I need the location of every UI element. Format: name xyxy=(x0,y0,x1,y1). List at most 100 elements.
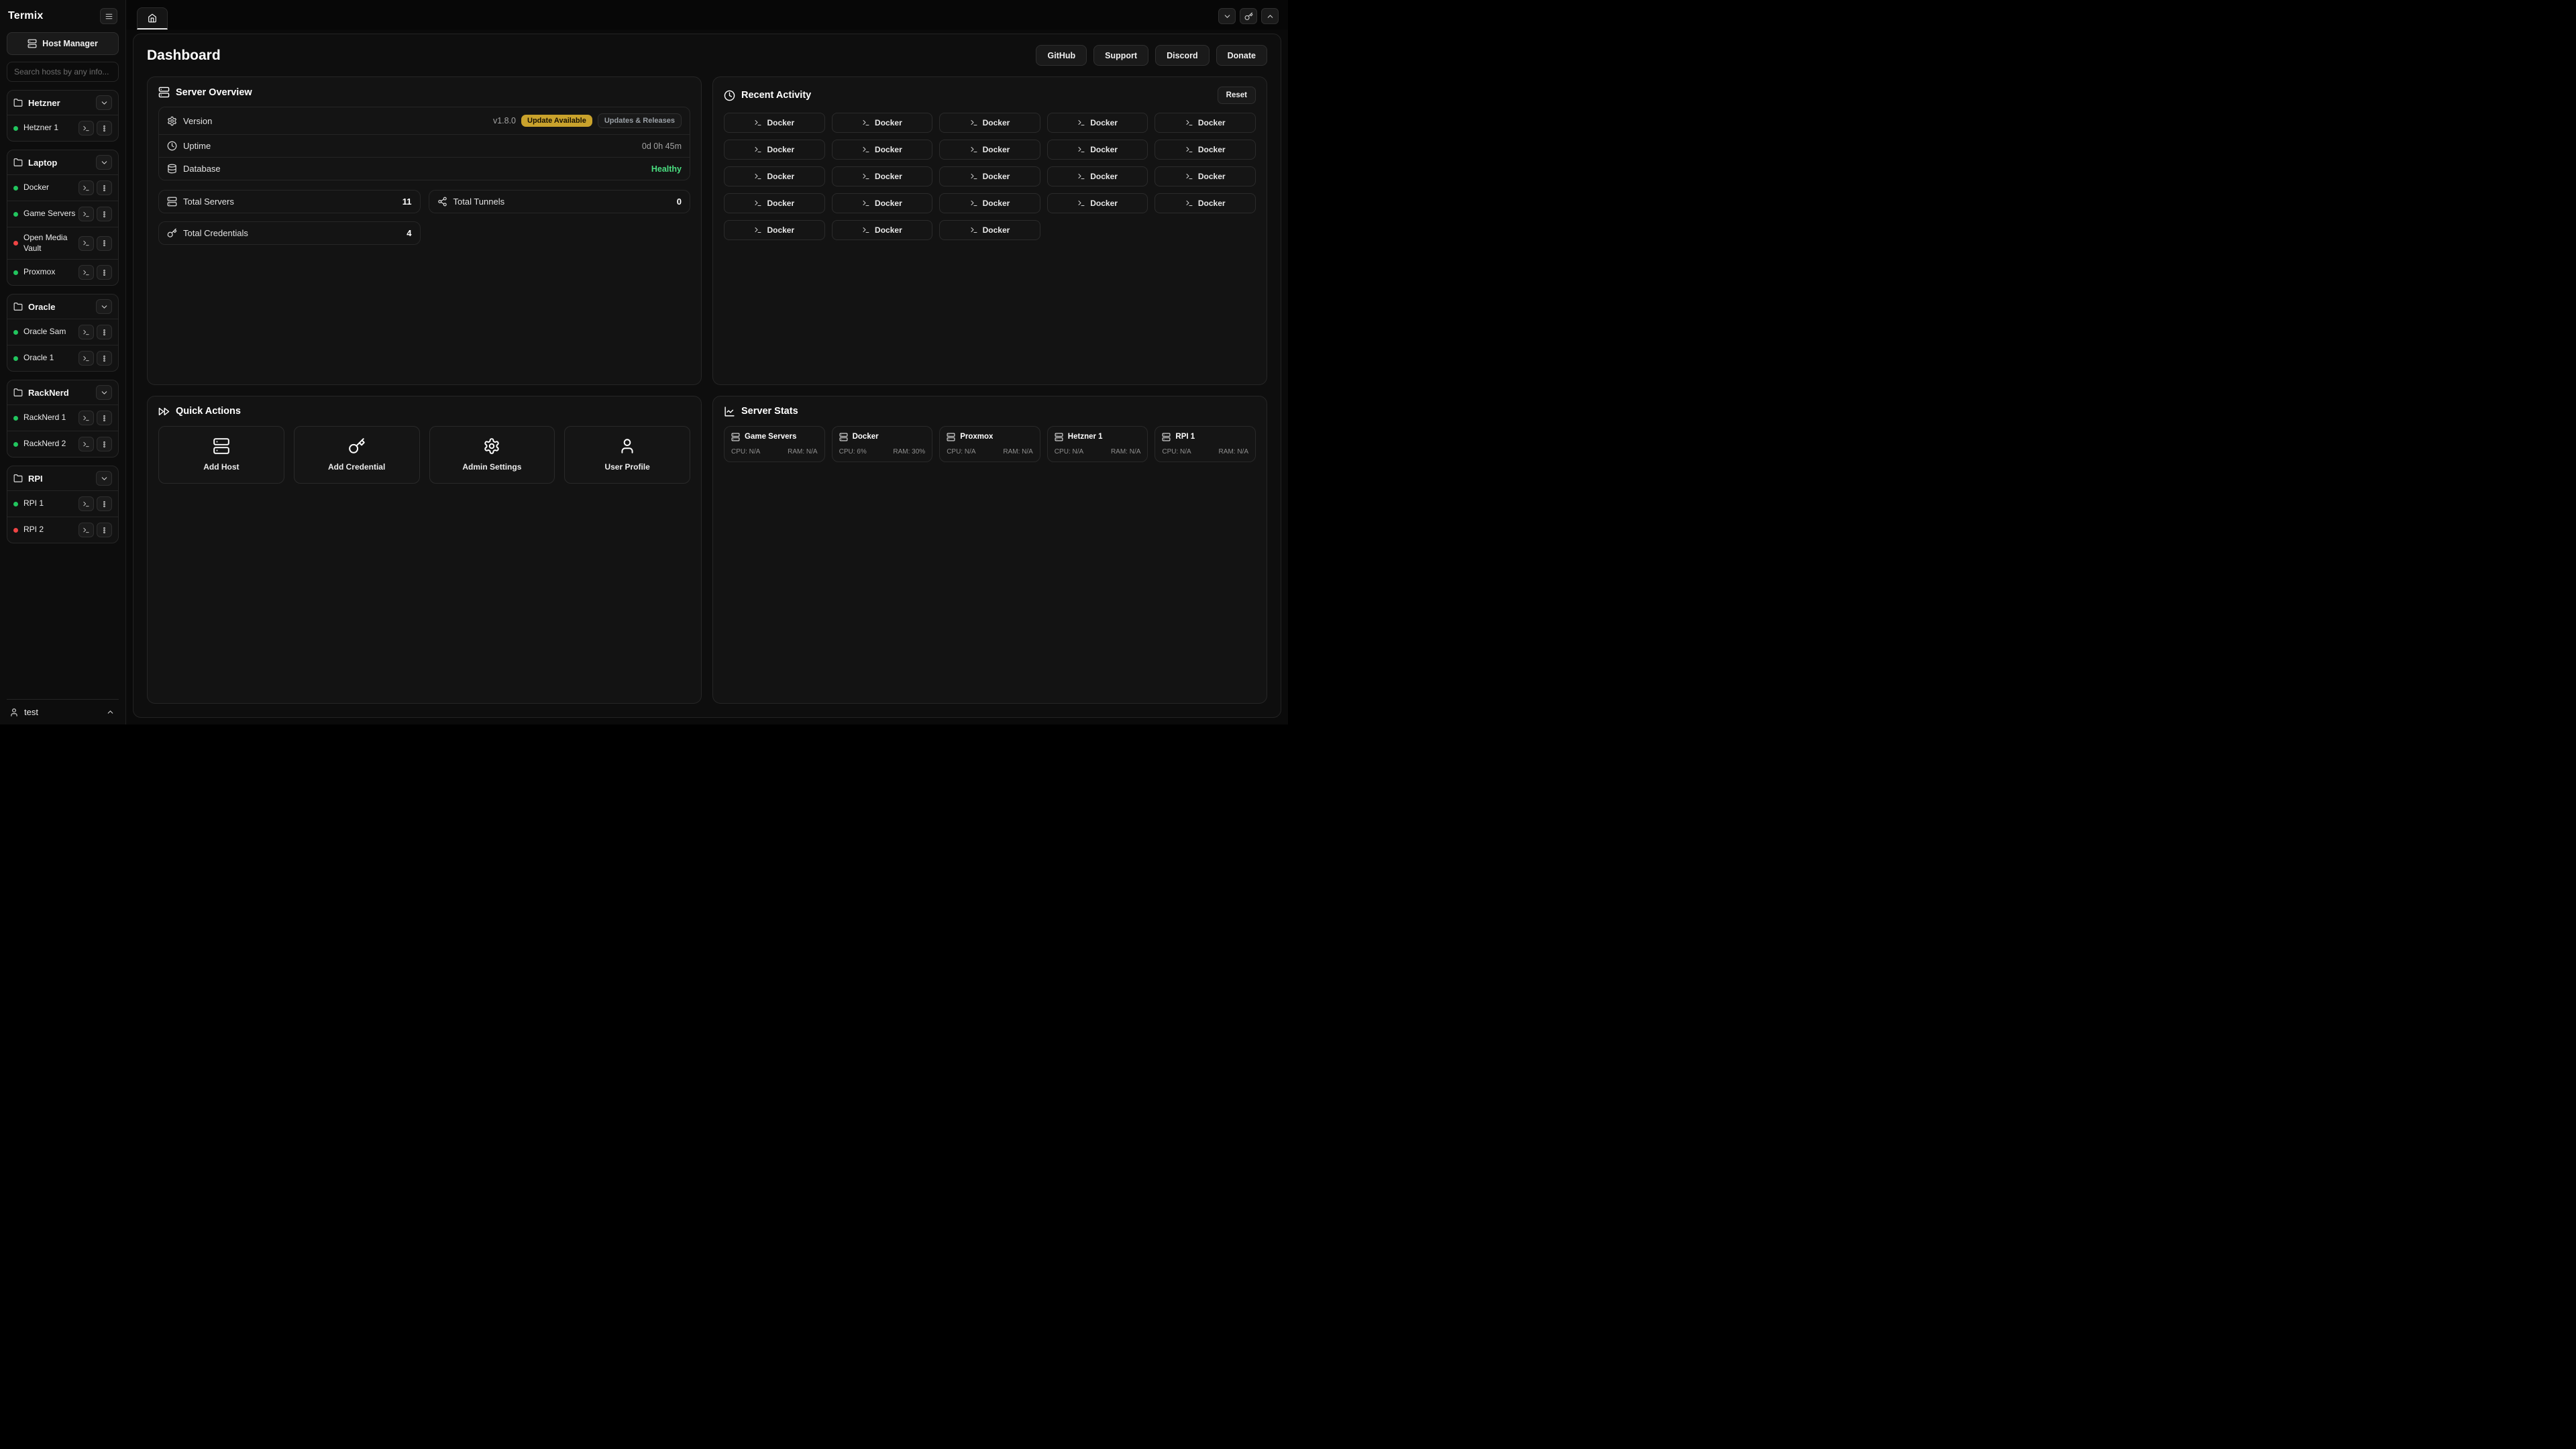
host-row[interactable]: Oracle 1 xyxy=(7,345,118,371)
panel-down-button[interactable] xyxy=(1218,8,1236,24)
add-credential-tile[interactable]: Add Credential xyxy=(294,426,420,484)
group-collapse-button[interactable] xyxy=(96,299,112,314)
activity-item-button[interactable]: Docker xyxy=(832,140,933,160)
activity-item-button[interactable]: Docker xyxy=(1047,166,1148,186)
host-row[interactable]: RPI 1 xyxy=(7,490,118,517)
database-label: Database xyxy=(183,164,221,174)
open-terminal-button[interactable] xyxy=(78,180,94,195)
app-root: Termix Host Manager HetznerHetzner 1Lapt… xyxy=(0,0,1288,724)
open-terminal-button[interactable] xyxy=(78,265,94,280)
ssh-key-button[interactable] xyxy=(1240,8,1257,24)
activity-item-button[interactable]: Docker xyxy=(832,193,933,213)
terminal-icon xyxy=(862,146,870,154)
host-menu-button[interactable] xyxy=(97,236,112,251)
open-terminal-button[interactable] xyxy=(78,523,94,537)
server-name: Docker xyxy=(853,433,879,441)
host-row[interactable]: RackNerd 1 xyxy=(7,405,118,431)
host-menu-button[interactable] xyxy=(97,121,112,136)
github-button[interactable]: GitHub xyxy=(1036,45,1087,66)
host-menu-button[interactable] xyxy=(97,351,112,366)
activity-item-button[interactable]: Docker xyxy=(832,166,933,186)
host-row[interactable]: RackNerd 2 xyxy=(7,431,118,457)
terminal-icon xyxy=(970,226,978,234)
user-profile-tile[interactable]: User Profile xyxy=(564,426,690,484)
group-collapse-button[interactable] xyxy=(96,471,112,486)
host-row[interactable]: Docker xyxy=(7,174,118,201)
activity-item-button[interactable]: Docker xyxy=(1155,193,1256,213)
activity-label: Docker xyxy=(875,225,902,235)
open-terminal-button[interactable] xyxy=(78,325,94,339)
open-terminal-button[interactable] xyxy=(78,236,94,251)
open-terminal-button[interactable] xyxy=(78,437,94,451)
activity-label: Docker xyxy=(767,225,794,235)
search-input[interactable] xyxy=(7,62,119,82)
group-header[interactable]: RackNerd xyxy=(7,380,118,405)
user-menu-expand-button[interactable] xyxy=(105,706,116,718)
activity-item-button[interactable]: Docker xyxy=(724,193,825,213)
host-menu-button[interactable] xyxy=(97,496,112,511)
activity-item-button[interactable]: Docker xyxy=(724,220,825,240)
support-button[interactable]: Support xyxy=(1093,45,1148,66)
host-menu-button[interactable] xyxy=(97,523,112,537)
host-menu-button[interactable] xyxy=(97,180,112,195)
activity-item-button[interactable]: Docker xyxy=(724,140,825,160)
group-header[interactable]: Laptop xyxy=(7,150,118,174)
activity-item-button[interactable]: Docker xyxy=(832,220,933,240)
database-status: Healthy xyxy=(651,164,682,174)
terminal-icon xyxy=(862,199,870,207)
open-terminal-button[interactable] xyxy=(78,207,94,221)
activity-label: Docker xyxy=(767,145,794,154)
sidebar-menu-button[interactable] xyxy=(100,8,117,24)
host-row[interactable]: Open Media Vault xyxy=(7,227,118,259)
open-terminal-button[interactable] xyxy=(78,351,94,366)
reset-button[interactable]: Reset xyxy=(1218,87,1256,104)
host-row[interactable]: RPI 2 xyxy=(7,517,118,543)
host-row[interactable]: Proxmox xyxy=(7,259,118,285)
donate-button[interactable]: Donate xyxy=(1216,45,1267,66)
activity-item-button[interactable]: Docker xyxy=(939,140,1040,160)
activity-item-button[interactable]: Docker xyxy=(1155,166,1256,186)
activity-item-button[interactable]: Docker xyxy=(1155,113,1256,133)
activity-item-button[interactable]: Docker xyxy=(832,113,933,133)
host-row[interactable]: Hetzner 1 xyxy=(7,115,118,141)
host-row[interactable]: Oracle Sam xyxy=(7,319,118,345)
host-manager-button[interactable]: Host Manager xyxy=(7,32,119,55)
activity-item-button[interactable]: Docker xyxy=(724,113,825,133)
add-host-tile[interactable]: Add Host xyxy=(158,426,284,484)
host-menu-button[interactable] xyxy=(97,207,112,221)
activity-item-button[interactable]: Docker xyxy=(1155,140,1256,160)
activity-item-button[interactable]: Docker xyxy=(1047,113,1148,133)
activity-item-button[interactable]: Docker xyxy=(1047,140,1148,160)
group-header[interactable]: Oracle xyxy=(7,294,118,319)
folder-icon xyxy=(13,388,23,397)
open-terminal-button[interactable] xyxy=(78,411,94,425)
activity-item-button[interactable]: Docker xyxy=(939,193,1040,213)
user-menu[interactable]: test xyxy=(9,707,38,717)
group-collapse-button[interactable] xyxy=(96,95,112,110)
activity-item-button[interactable]: Docker xyxy=(939,220,1040,240)
discord-button[interactable]: Discord xyxy=(1155,45,1210,66)
group-header[interactable]: Hetzner xyxy=(7,91,118,115)
open-terminal-button[interactable] xyxy=(78,121,94,136)
recent-activity-card: Recent Activity Reset DockerDockerDocker… xyxy=(712,76,1267,385)
host-menu-button[interactable] xyxy=(97,411,112,425)
activity-item-button[interactable]: Docker xyxy=(939,113,1040,133)
activity-item-button[interactable]: Docker xyxy=(1047,193,1148,213)
host-menu-button[interactable] xyxy=(97,437,112,451)
host-row[interactable]: Game Servers xyxy=(7,201,118,227)
admin-settings-tile[interactable]: Admin Settings xyxy=(429,426,555,484)
group-collapse-button[interactable] xyxy=(96,385,112,400)
terminal-icon xyxy=(1185,119,1193,127)
group-collapse-button[interactable] xyxy=(96,155,112,170)
version-label: Version xyxy=(183,116,212,126)
updates-releases-button[interactable]: Updates & Releases xyxy=(598,113,682,128)
activity-item-button[interactable]: Docker xyxy=(939,166,1040,186)
host-menu-button[interactable] xyxy=(97,265,112,280)
open-terminal-button[interactable] xyxy=(78,496,94,511)
tab-home[interactable] xyxy=(137,7,168,30)
panel-up-button[interactable] xyxy=(1261,8,1279,24)
activity-item-button[interactable]: Docker xyxy=(724,166,825,186)
group-header[interactable]: RPI xyxy=(7,466,118,490)
uptime-value: 0d 0h 45m xyxy=(642,142,682,151)
host-menu-button[interactable] xyxy=(97,325,112,339)
